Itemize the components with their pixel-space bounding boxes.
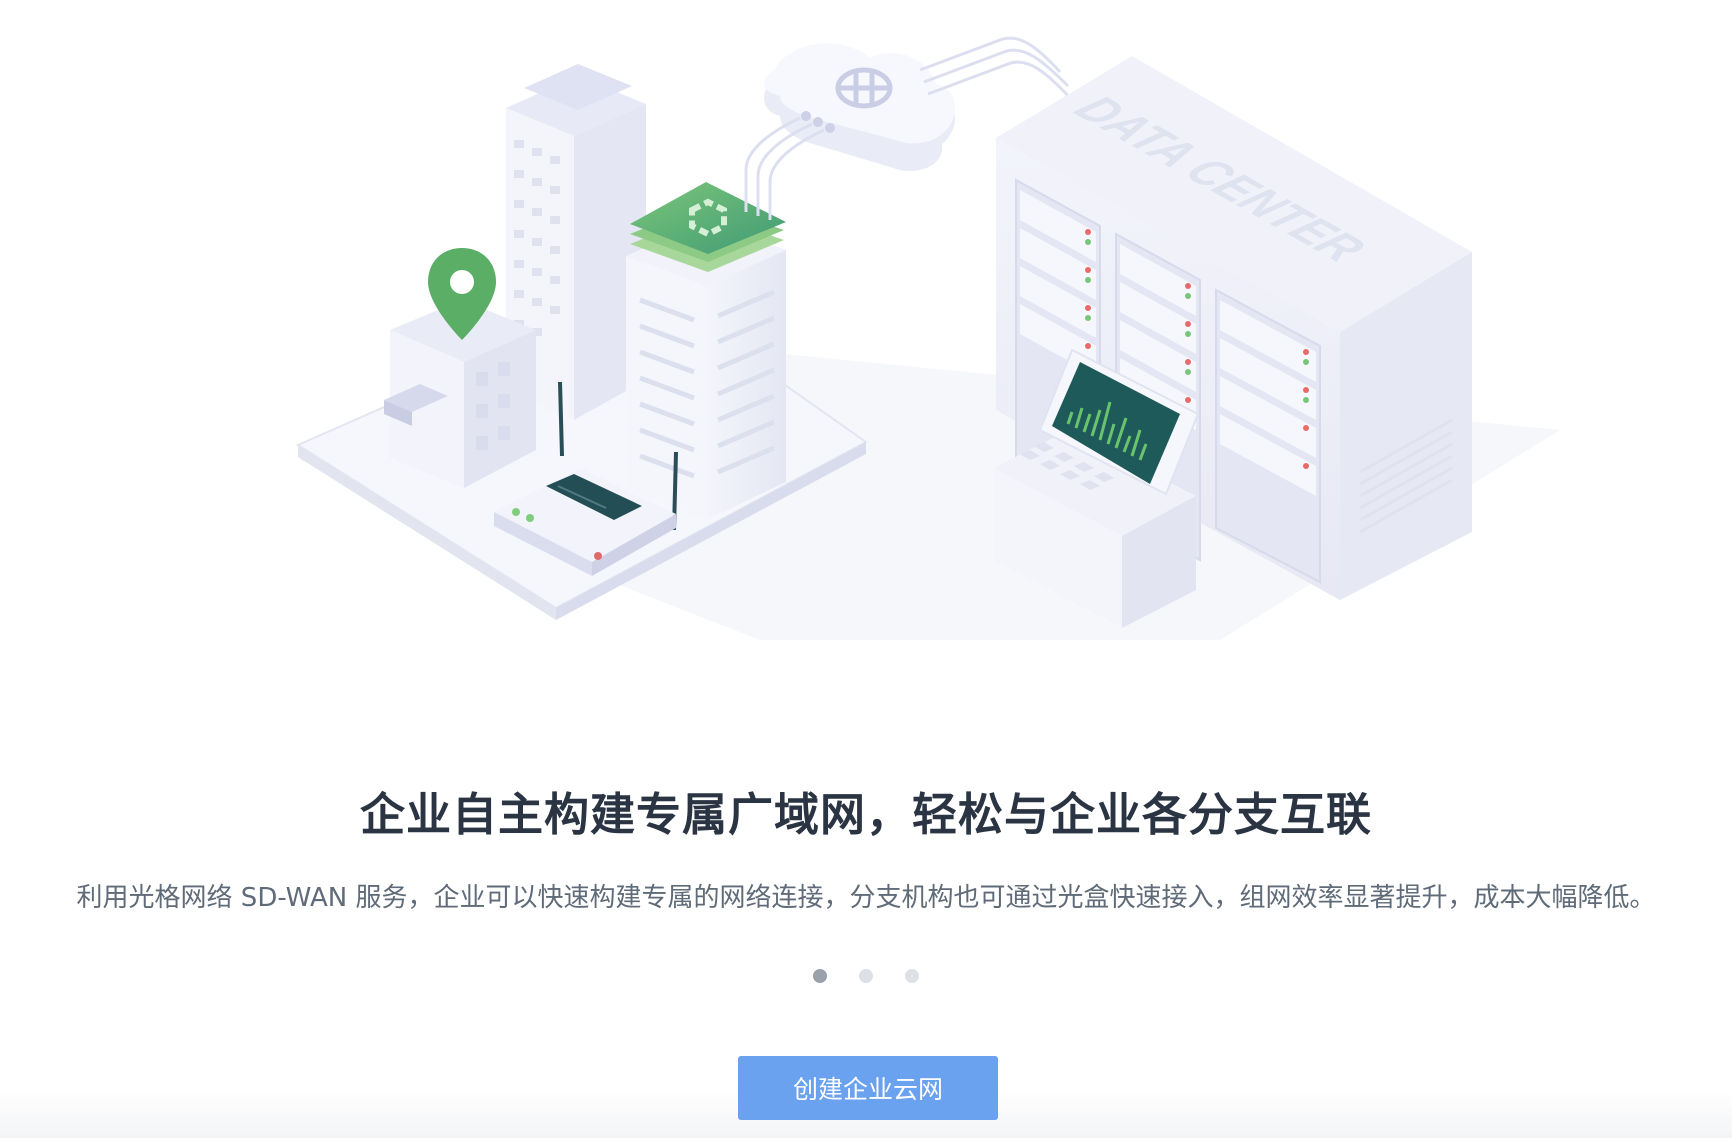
- green-top-building: [626, 182, 786, 520]
- carousel-dot-3[interactable]: [905, 969, 919, 983]
- page-description: 利用光格网络 SD-WAN 服务，企业可以快速构建专属的网络连接，分支机构也可通…: [76, 883, 1656, 913]
- carousel-pagination: [0, 969, 1732, 983]
- create-enterprise-cloud-network-button[interactable]: 创建企业云网: [738, 1056, 998, 1120]
- hero-illustration: DATA CENTER: [295, 36, 1560, 640]
- carousel-dot-2[interactable]: [859, 969, 873, 983]
- carousel-dot-1[interactable]: [813, 969, 827, 983]
- cloud-icon: [763, 43, 955, 172]
- page-headline: 企业自主构建专属广域网，轻松与企业各分支互联: [359, 788, 1372, 841]
